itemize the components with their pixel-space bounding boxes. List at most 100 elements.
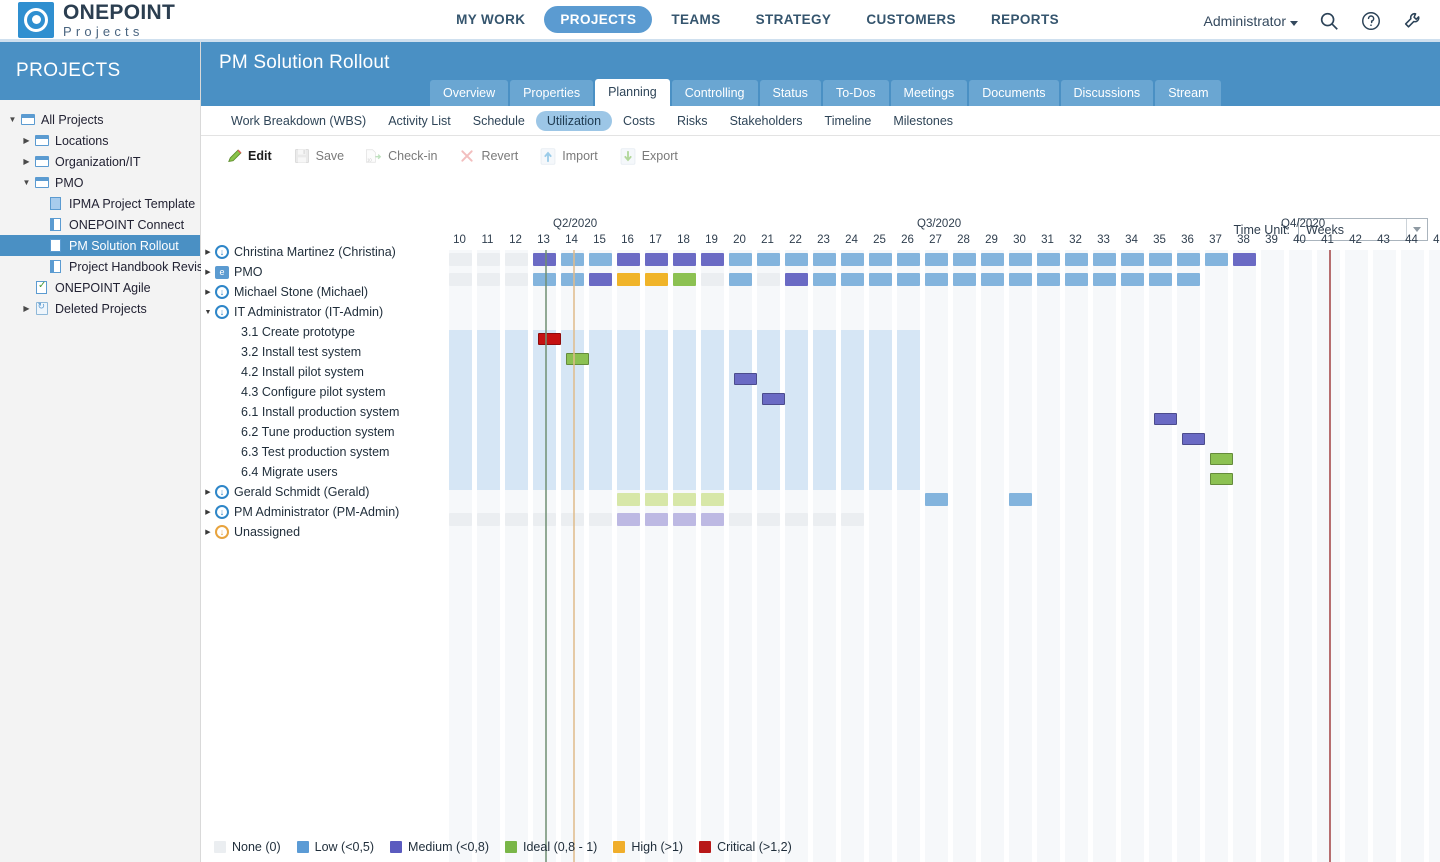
- subtab-utilization[interactable]: Utilization: [536, 111, 612, 131]
- nav-item-strategy[interactable]: STRATEGY: [740, 6, 848, 33]
- utilization-cell[interactable]: [841, 513, 864, 526]
- utilization-cell[interactable]: [477, 273, 500, 286]
- utilization-cell[interactable]: [617, 273, 640, 286]
- utilization-cell[interactable]: [953, 273, 976, 286]
- utilization-cell[interactable]: [841, 253, 864, 266]
- nav-item-reports[interactable]: REPORTS: [975, 6, 1075, 33]
- utilization-cell[interactable]: [701, 253, 724, 266]
- utilization-cell[interactable]: [1121, 273, 1144, 286]
- utilization-cell[interactable]: [505, 513, 528, 526]
- nav-item-teams[interactable]: TEAMS: [655, 6, 736, 33]
- subtab-milestones[interactable]: Milestones: [882, 111, 964, 131]
- utilization-cell[interactable]: [953, 253, 976, 266]
- utilization-cell[interactable]: [701, 513, 724, 526]
- nav-item-customers[interactable]: CUSTOMERS: [850, 6, 972, 33]
- tab-meetings[interactable]: Meetings: [891, 80, 968, 106]
- utilization-cell[interactable]: [925, 273, 948, 286]
- utilization-cell[interactable]: [981, 253, 1004, 266]
- activity-row[interactable]: 3.1 Create prototype: [201, 322, 446, 342]
- tab-documents[interactable]: Documents: [969, 80, 1058, 106]
- utilization-cell[interactable]: [869, 253, 892, 266]
- utilization-cell[interactable]: [1149, 253, 1172, 266]
- utilization-cell[interactable]: [477, 513, 500, 526]
- tab-controlling[interactable]: Controlling: [672, 80, 758, 106]
- activity-row[interactable]: 3.2 Install test system: [201, 342, 446, 362]
- tab-stream[interactable]: Stream: [1155, 80, 1221, 106]
- utilization-cell[interactable]: [729, 273, 752, 286]
- utilization-cell[interactable]: [757, 253, 780, 266]
- utilization-cell[interactable]: [757, 513, 780, 526]
- utilization-cell[interactable]: [1093, 253, 1116, 266]
- utilization-cell[interactable]: [589, 273, 612, 286]
- edit-button[interactable]: Edit: [217, 144, 280, 168]
- utilization-cell[interactable]: [897, 273, 920, 286]
- subtab-stakeholders[interactable]: Stakeholders: [719, 111, 814, 131]
- user-menu[interactable]: Administrator: [1204, 13, 1298, 29]
- utilization-cell[interactable]: [785, 273, 808, 286]
- resource-row[interactable]: PM Administrator (PM-Admin): [201, 502, 446, 522]
- nav-item-projects[interactable]: PROJECTS: [544, 6, 652, 33]
- utilization-cell[interactable]: [1205, 253, 1228, 266]
- activity-row[interactable]: 6.1 Install production system: [201, 402, 446, 422]
- chevron-right-icon[interactable]: [201, 488, 215, 496]
- subtab-schedule[interactable]: Schedule: [462, 111, 536, 131]
- utilization-cell[interactable]: [617, 493, 640, 506]
- sidebar-item-onepoint-connect[interactable]: ONEPOINT Connect: [0, 214, 200, 235]
- activity-bar[interactable]: [566, 353, 589, 365]
- utilization-cell[interactable]: [1177, 273, 1200, 286]
- tab-planning[interactable]: Planning: [595, 79, 670, 106]
- resource-row[interactable]: Unassigned: [201, 522, 446, 542]
- activity-bar[interactable]: [762, 393, 785, 405]
- chevron-down-icon[interactable]: [20, 178, 33, 187]
- utilization-cell[interactable]: [925, 253, 948, 266]
- resource-row[interactable]: IT Administrator (IT-Admin): [201, 302, 446, 322]
- tools-icon[interactable]: [1402, 10, 1424, 32]
- subtab-activity-list[interactable]: Activity List: [377, 111, 462, 131]
- utilization-cell[interactable]: [813, 513, 836, 526]
- utilization-cell[interactable]: [701, 493, 724, 506]
- utilization-cell[interactable]: [1177, 253, 1200, 266]
- subtab-risks[interactable]: Risks: [666, 111, 719, 131]
- activity-row[interactable]: 4.3 Configure pilot system: [201, 382, 446, 402]
- utilization-cell[interactable]: [449, 273, 472, 286]
- utilization-cell[interactable]: [477, 253, 500, 266]
- utilization-cell[interactable]: [1149, 273, 1172, 286]
- utilization-cell[interactable]: [1009, 273, 1032, 286]
- activity-bar[interactable]: [1154, 413, 1177, 425]
- utilization-cell[interactable]: [729, 513, 752, 526]
- utilization-cell[interactable]: [1121, 253, 1144, 266]
- chevron-right-icon[interactable]: [201, 268, 215, 276]
- utilization-cell[interactable]: [645, 493, 668, 506]
- chevron-right-icon[interactable]: [20, 136, 33, 145]
- subtab-work-breakdown-wbs[interactable]: Work Breakdown (WBS): [220, 111, 377, 131]
- resource-row[interactable]: Christina Martinez (Christina): [201, 242, 446, 262]
- nav-item-my-work[interactable]: MY WORK: [440, 6, 541, 33]
- activity-bar[interactable]: [538, 333, 561, 345]
- utilization-cell[interactable]: [925, 493, 948, 506]
- utilization-cell[interactable]: [645, 273, 668, 286]
- sidebar-item-project-handbook-revision[interactable]: Project Handbook Revision: [0, 256, 200, 277]
- activity-row[interactable]: 6.2 Tune production system: [201, 422, 446, 442]
- utilization-cell[interactable]: [645, 253, 668, 266]
- chevron-right-icon[interactable]: [201, 508, 215, 516]
- resource-row[interactable]: Michael Stone (Michael): [201, 282, 446, 302]
- activity-row[interactable]: 4.2 Install pilot system: [201, 362, 446, 382]
- resource-row[interactable]: Gerald Schmidt (Gerald): [201, 482, 446, 502]
- subtab-timeline[interactable]: Timeline: [814, 111, 883, 131]
- help-icon[interactable]: [1360, 10, 1382, 32]
- chevron-down-icon[interactable]: [6, 115, 19, 124]
- utilization-cell[interactable]: [897, 253, 920, 266]
- sidebar-item-all-projects[interactable]: All Projects: [0, 109, 200, 130]
- utilization-cell[interactable]: [617, 253, 640, 266]
- chevron-right-icon[interactable]: [201, 528, 215, 536]
- sidebar-item-locations[interactable]: Locations: [0, 130, 200, 151]
- app-logo[interactable]: ONEPOINT Projects: [0, 2, 175, 38]
- utilization-cell[interactable]: [449, 253, 472, 266]
- tab-to-dos[interactable]: To-Dos: [823, 80, 889, 106]
- sidebar-item-deleted-projects[interactable]: Deleted Projects: [0, 298, 200, 319]
- utilization-cell[interactable]: [505, 273, 528, 286]
- utilization-cell[interactable]: [869, 273, 892, 286]
- utilization-cell[interactable]: [1065, 273, 1088, 286]
- utilization-cell[interactable]: [589, 253, 612, 266]
- utilization-cell[interactable]: [729, 253, 752, 266]
